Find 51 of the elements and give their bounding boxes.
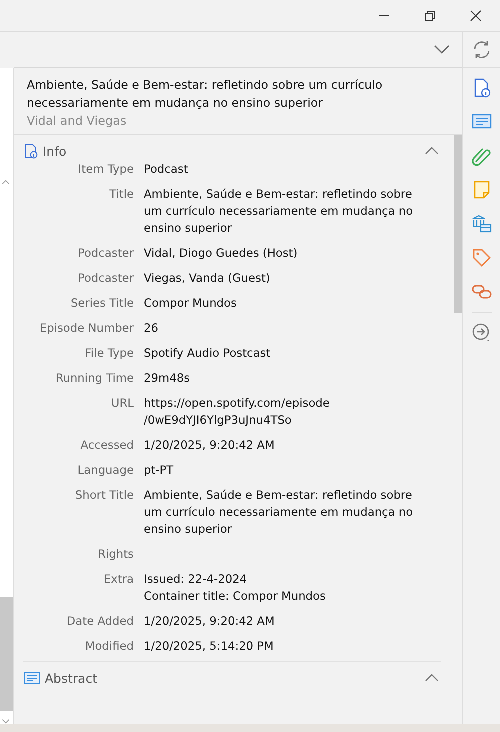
field-value[interactable]: https://open.spotify.com/episode /0wE9dYJI6YlgP3uJnu4TSo [144,395,330,429]
section-title: Abstract [45,670,98,686]
field-value[interactable]: Spotify Audio Postcast [144,345,271,362]
close-icon[interactable] [470,10,482,22]
collapse-icon[interactable] [425,674,439,682]
scrollbar-thumb[interactable] [454,135,462,313]
field-label: Podcaster [77,245,134,262]
field-value[interactable]: Ambiente, Saúde e Bem-estar: refletindo sobre um currículo necessariamente em mudança no ensino superior [144,487,414,538]
locate-icon[interactable] [472,323,492,343]
section-title: Info [43,144,67,158]
field-value[interactable]: 26 [144,320,158,337]
field-label: File Type [84,345,134,362]
field-label: Item Type [77,161,134,178]
document-info-icon [24,143,38,159]
abstract-icon [472,114,492,130]
field-label: Extra [102,571,134,588]
field-label: URL [110,395,134,412]
field-value[interactable]: Ambiente, Saúde e Bem-estar: refletindo sobre um currículo necessariamente em mudança no ensino superior [144,186,414,237]
field-label: Modified [84,638,134,655]
field-label: Title [108,186,134,203]
field-value[interactable]: 29m48s [144,370,190,387]
field-label: Date Added [66,613,134,630]
field-label: Rights [97,546,134,563]
field-label: Podcaster [77,270,134,287]
chevron-down-icon[interactable] [434,44,450,54]
item-title: Ambiente, Saúde e Bem-estar: refletindo sobre um currículo necessariamente em mudança no ensino superior [27,77,384,112]
field-value[interactable]: 1/20/2025, 9:20:42 AM [144,613,275,630]
field-value[interactable]: Viegas, Vanda (Guest) [144,270,270,287]
link-icon [472,284,492,300]
field-value[interactable]: 1/20/2025, 5:14:20 PM [144,638,274,655]
note-icon [472,180,490,200]
sync-icon[interactable] [472,40,492,60]
field-label: Running Time [54,370,134,387]
field-label: Accessed [80,437,134,454]
field-label: Language [76,462,134,479]
field-value[interactable]: pt-PT [144,462,174,479]
scroll-down-icon[interactable] [0,719,10,724]
collapse-icon[interactable] [425,147,439,155]
field-value[interactable]: 1/20/2025, 9:20:42 AM [144,437,275,454]
field-label: Episode Number [38,320,134,337]
item-creators: Vidal and Viegas [27,114,128,128]
restore-icon[interactable] [424,10,436,22]
field-value[interactable]: Vidal, Diogo Guedes (Host) [144,245,298,262]
field-label: Short Title [74,487,134,504]
abstract-icon [24,672,40,684]
scroll-up-icon[interactable] [0,180,10,185]
field-value[interactable]: Issued: 22-4-2024 Container title: Compor Mundos [144,571,326,605]
field-value[interactable]: Podcast [144,161,188,178]
scrollbar-thumb[interactable] [0,596,13,712]
field-value[interactable]: Compor Mundos [144,295,237,312]
field-label: Series Title [70,295,134,312]
